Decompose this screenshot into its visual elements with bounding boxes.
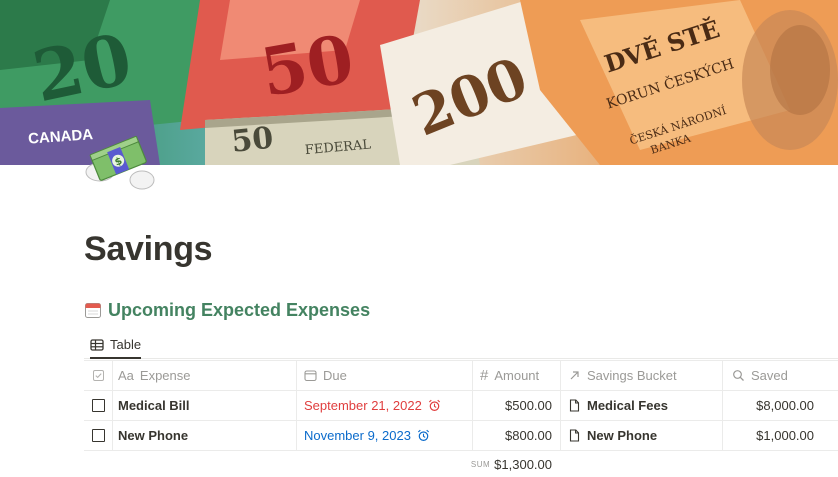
text-prop-icon: Aa — [118, 368, 134, 383]
calendar-prop-icon — [304, 370, 317, 382]
tab-label: Table — [110, 337, 142, 352]
table-row[interactable]: Medical Bill September 21, 2022 $500.00 … — [84, 391, 838, 421]
savings-bucket-cell[interactable]: Medical Fees — [560, 391, 722, 420]
row-checkbox[interactable] — [84, 421, 112, 450]
column-header-label: Saved — [751, 368, 788, 383]
column-header-savings-bucket[interactable]: Savings Bucket — [560, 361, 722, 390]
svg-text:50: 50 — [230, 121, 275, 160]
sum-value: $1,300.00 — [494, 456, 552, 472]
table-row[interactable]: New Phone November 9, 2023 $800.00 New P… — [84, 421, 838, 451]
column-header-label: Amount — [494, 368, 540, 383]
relation-arrow-icon — [570, 371, 579, 380]
column-header-due[interactable]: Due — [296, 361, 472, 390]
amount-value: $800.00 — [505, 428, 552, 443]
section-heading[interactable]: Upcoming Expected Expenses — [84, 298, 370, 322]
amount-sum-cell[interactable]: SUM $1,300.00 — [470, 451, 560, 477]
tab-table[interactable]: Table — [90, 332, 142, 359]
amount-cell[interactable]: $500.00 — [472, 391, 560, 420]
saved-cell[interactable]: $1,000.00 — [722, 421, 838, 450]
rollup-search-icon — [733, 370, 744, 381]
table-icon — [90, 338, 104, 351]
savings-bucket-link[interactable]: New Phone — [587, 428, 657, 443]
view-tabs: Table — [84, 332, 838, 359]
page-icon — [569, 429, 580, 442]
alarm-clock-icon[interactable] — [428, 399, 441, 412]
table-summary-row: SUM $1,300.00 — [84, 451, 838, 477]
savings-bucket-link[interactable]: Medical Fees — [587, 398, 668, 413]
column-header-label: Savings Bucket — [587, 368, 677, 383]
saved-value: $8,000.00 — [756, 398, 814, 413]
section-heading-text: Upcoming Expected Expenses — [108, 299, 371, 320]
expenses-table: Aa Expense Due # Amount Savings Bucket S… — [84, 360, 838, 477]
due-date: September 21, 2022 — [304, 398, 422, 413]
page-title[interactable]: Savings — [84, 230, 213, 269]
column-header-amount[interactable]: # Amount — [472, 361, 560, 390]
amount-value: $500.00 — [505, 398, 552, 413]
calendar-icon — [85, 303, 101, 318]
due-cell[interactable]: November 9, 2023 — [296, 421, 472, 450]
column-header-expense[interactable]: Aa Expense — [112, 361, 296, 390]
amount-cell[interactable]: $800.00 — [472, 421, 560, 450]
money-with-wings-icon[interactable]: $ — [84, 126, 156, 196]
checkbox-icon — [92, 370, 104, 381]
table-header-row: Aa Expense Due # Amount Savings Bucket S… — [84, 360, 838, 391]
checkbox-icon[interactable] — [91, 399, 105, 412]
savings-bucket-cell[interactable]: New Phone — [560, 421, 722, 450]
svg-text:50: 50 — [255, 19, 359, 112]
page-icon — [569, 399, 580, 412]
checkbox-icon[interactable] — [91, 429, 105, 442]
column-header-saved[interactable]: Saved — [722, 361, 838, 390]
expense-name[interactable]: Medical Bill — [118, 398, 190, 413]
header-select-all[interactable] — [84, 361, 112, 390]
sum-label: SUM — [470, 459, 491, 469]
due-date: November 9, 2023 — [304, 428, 411, 443]
expense-name[interactable]: New Phone — [118, 428, 188, 443]
alarm-clock-icon[interactable] — [417, 429, 430, 442]
expense-cell[interactable]: New Phone — [112, 421, 296, 450]
row-checkbox[interactable] — [84, 391, 112, 420]
saved-cell[interactable]: $8,000.00 — [722, 391, 838, 420]
expense-cell[interactable]: Medical Bill — [112, 391, 296, 420]
number-prop-icon: # — [480, 367, 489, 384]
due-cell[interactable]: September 21, 2022 — [296, 391, 472, 420]
column-header-label: Expense — [139, 368, 191, 383]
saved-value: $1,000.00 — [756, 428, 814, 443]
column-header-label: Due — [323, 368, 347, 383]
